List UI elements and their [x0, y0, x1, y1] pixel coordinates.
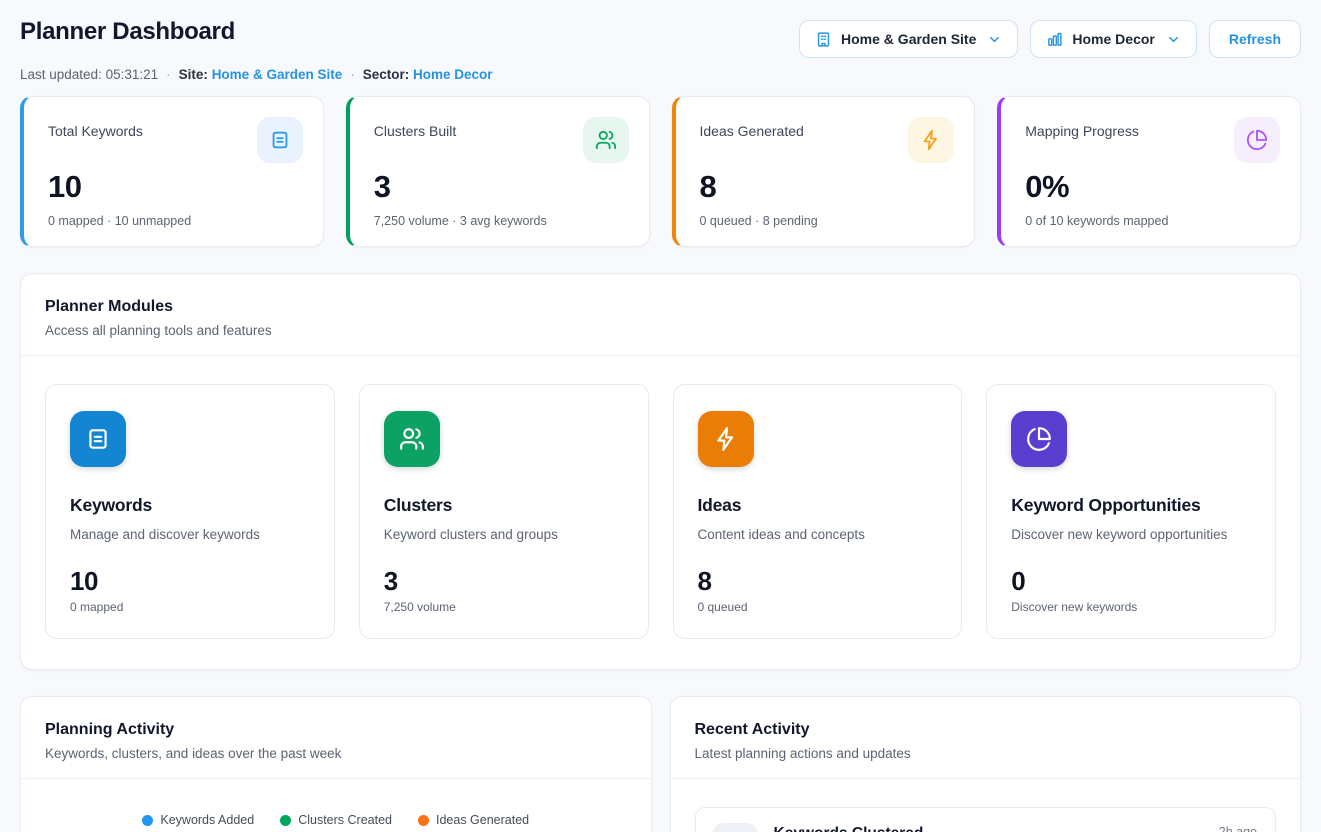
- module-description: Keyword clusters and groups: [384, 527, 624, 542]
- section-title: Planner Modules: [45, 298, 1276, 316]
- site-selector-dropdown[interactable]: Home & Garden Site: [799, 20, 1018, 58]
- meta-separator: ·: [166, 67, 171, 82]
- stat-subtext: 0 queued · 8 pending: [700, 214, 955, 228]
- modules-grid: Keywords Manage and discover keywords 10…: [21, 356, 1300, 669]
- refresh-button[interactable]: Refresh: [1209, 20, 1301, 58]
- stat-label: Mapping Progress: [1025, 117, 1139, 139]
- sector-link[interactable]: Home Decor: [413, 67, 493, 82]
- section-subtitle: Keywords, clusters, and ideas over the p…: [45, 746, 627, 761]
- planner-dashboard-page: Planner Dashboard Home & Garden Site Hom…: [0, 0, 1321, 832]
- stat-subtext: 0 of 10 keywords mapped: [1025, 214, 1280, 228]
- stats-row: Total Keywords 10 0 mapped · 10 unmapped…: [20, 96, 1301, 247]
- section-subtitle: Latest planning actions and updates: [695, 746, 1277, 761]
- stat-card-mapping-progress: Mapping Progress 0% 0 of 10 keywords map…: [997, 96, 1301, 247]
- legend-ideas-generated[interactable]: Ideas Generated: [418, 813, 529, 827]
- module-title: Keyword Opportunities: [1011, 495, 1251, 516]
- header-controls: Home & Garden Site Home Decor Refresh: [799, 20, 1301, 58]
- bottom-row: Planning Activity Keywords, clusters, an…: [20, 696, 1301, 832]
- planning-activity-card: Planning Activity Keywords, clusters, an…: [20, 696, 652, 832]
- stat-subtext: 7,250 volume · 3 avg keywords: [374, 214, 629, 228]
- stat-label: Total Keywords: [48, 117, 143, 139]
- module-value: 3: [384, 566, 624, 597]
- site-selector-label: Home & Garden Site: [841, 31, 976, 47]
- section-subtitle: Access all planning tools and features: [45, 323, 1276, 338]
- stat-label: Ideas Generated: [700, 117, 804, 139]
- users-icon: [712, 823, 758, 832]
- divider: [21, 778, 651, 779]
- site-link[interactable]: Home & Garden Site: [212, 67, 343, 82]
- stat-card-clusters-built: Clusters Built 3 7,250 volume · 3 avg ke…: [346, 96, 650, 247]
- chevron-down-icon: [987, 32, 1002, 47]
- module-subtext: 0 mapped: [70, 600, 310, 614]
- stat-card-ideas-generated: Ideas Generated 8 0 queued · 8 pending: [672, 96, 976, 247]
- module-title: Ideas: [698, 495, 938, 516]
- module-subtext: Discover new keywords: [1011, 600, 1251, 614]
- sector-selector-label: Home Decor: [1072, 31, 1154, 47]
- module-value: 10: [70, 566, 310, 597]
- module-subtext: 0 queued: [698, 600, 938, 614]
- legend-keywords-added[interactable]: Keywords Added: [142, 813, 254, 827]
- section-title: Planning Activity: [45, 721, 627, 739]
- users-icon: [384, 411, 440, 467]
- document-icon: [70, 411, 126, 467]
- legend-clusters-created[interactable]: Clusters Created: [280, 813, 392, 827]
- users-icon: [583, 117, 629, 163]
- planner-modules-section: Planner Modules Access all planning tool…: [20, 273, 1301, 670]
- legend-dot: [142, 815, 153, 826]
- module-value: 0: [1011, 566, 1251, 597]
- module-card-keywords[interactable]: Keywords Manage and discover keywords 10…: [45, 384, 335, 639]
- header-meta: Last updated: 05:31:21 · Site: Home & Ga…: [20, 67, 1301, 82]
- module-value: 8: [698, 566, 938, 597]
- last-updated-text: Last updated: 05:31:21: [20, 67, 158, 82]
- legend-dot: [418, 815, 429, 826]
- document-icon: [257, 117, 303, 163]
- module-card-keyword-opportunities[interactable]: Keyword Opportunities Discover new keywo…: [986, 384, 1276, 639]
- page-header: Planner Dashboard Home & Garden Site Hom…: [20, 18, 1301, 58]
- module-description: Discover new keyword opportunities: [1011, 527, 1251, 542]
- stat-value: 3: [374, 169, 629, 205]
- stat-value: 10: [48, 169, 303, 205]
- legend-dot: [280, 815, 291, 826]
- activity-timestamp: 2h ago: [1219, 825, 1257, 832]
- activity-title: Keywords Clustered: [774, 825, 924, 832]
- pie-chart-icon: [1234, 117, 1280, 163]
- bar-chart-icon: [1046, 31, 1063, 48]
- recent-activity-card: Recent Activity Latest planning actions …: [670, 696, 1302, 832]
- chevron-down-icon: [1166, 32, 1181, 47]
- divider: [671, 778, 1301, 779]
- page-title: Planner Dashboard: [20, 18, 235, 46]
- lightning-icon: [908, 117, 954, 163]
- stat-value: 0%: [1025, 169, 1280, 205]
- module-card-clusters[interactable]: Clusters Keyword clusters and groups 3 7…: [359, 384, 649, 639]
- module-description: Content ideas and concepts: [698, 527, 938, 542]
- stat-subtext: 0 mapped · 10 unmapped: [48, 214, 303, 228]
- module-card-ideas[interactable]: Ideas Content ideas and concepts 8 0 que…: [673, 384, 963, 639]
- module-title: Keywords: [70, 495, 310, 516]
- module-title: Clusters: [384, 495, 624, 516]
- meta-separator: ·: [350, 67, 355, 82]
- module-description: Manage and discover keywords: [70, 527, 310, 542]
- building-icon: [815, 31, 832, 48]
- stat-value: 8: [700, 169, 955, 205]
- chart-legend: Keywords Added Clusters Created Ideas Ge…: [21, 813, 651, 827]
- stat-label: Clusters Built: [374, 117, 456, 139]
- sector-selector-dropdown[interactable]: Home Decor: [1030, 20, 1196, 58]
- module-subtext: 7,250 volume: [384, 600, 624, 614]
- site-meta: Site: Home & Garden Site: [179, 67, 343, 82]
- section-title: Recent Activity: [695, 721, 1277, 739]
- stat-card-total-keywords: Total Keywords 10 0 mapped · 10 unmapped: [20, 96, 324, 247]
- sector-meta: Sector: Home Decor: [363, 67, 493, 82]
- pie-chart-icon: [1011, 411, 1067, 467]
- activity-list-item: Keywords Clustered 2h ago 3 new clusters…: [695, 807, 1277, 832]
- lightning-icon: [698, 411, 754, 467]
